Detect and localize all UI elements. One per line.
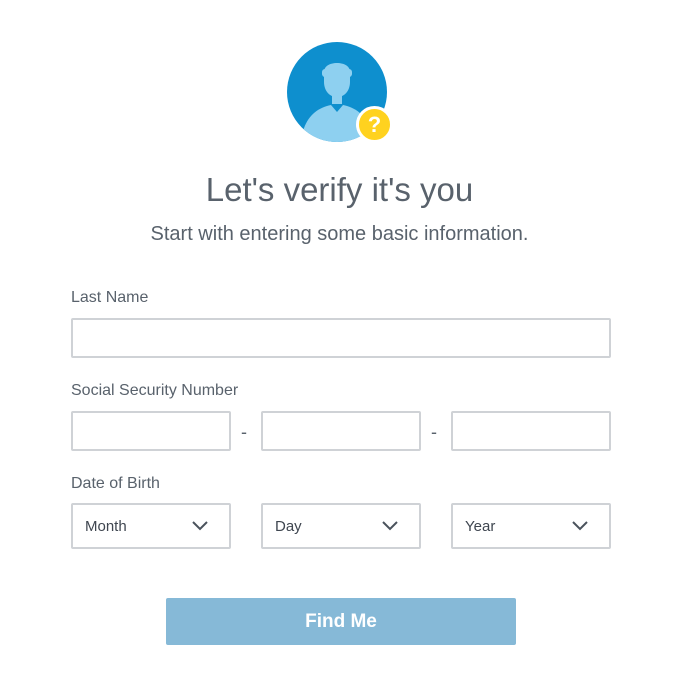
chevron-down-icon [382,521,398,531]
day-select-value: Day [275,518,302,535]
year-select[interactable]: Year [451,503,611,549]
user-avatar: ? [287,42,395,146]
find-me-button[interactable]: Find Me [166,598,516,645]
year-select-value: Year [465,518,496,535]
ssn-separator: - [431,422,437,442]
month-select[interactable]: Month [71,503,231,549]
ssn-separator: - [241,422,247,442]
ssn-part3-input[interactable] [451,411,611,451]
dob-label: Date of Birth [71,475,160,492]
month-select-value: Month [85,518,127,535]
last-name-label: Last Name [71,289,149,306]
chevron-down-icon [572,521,588,531]
page-subtitle: Start with entering some basic informati… [150,223,529,245]
day-select[interactable]: Day [261,503,421,549]
ssn-part1-input[interactable] [71,411,231,451]
page-title: Let's verify it's you [205,171,474,208]
ssn-label: Social Security Number [71,382,239,399]
last-name-input[interactable] [71,318,611,358]
ssn-part2-input[interactable] [261,411,421,451]
chevron-down-icon [192,521,208,531]
help-badge-icon: ? [356,106,393,143]
